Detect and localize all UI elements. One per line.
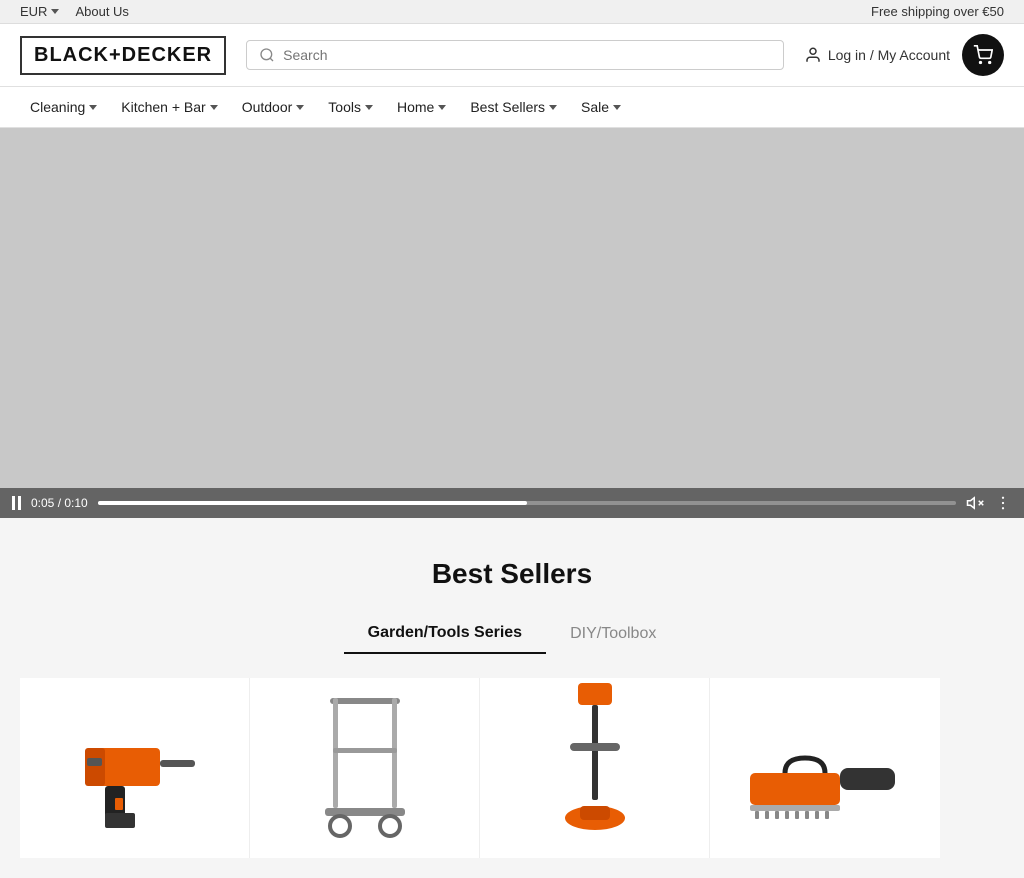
product-card-3[interactable]: [480, 678, 710, 858]
about-us-link[interactable]: About Us: [75, 4, 128, 19]
nav-home-label: Home: [397, 99, 434, 115]
product-tabs: Garden/Tools Series DIY/Toolbox: [20, 614, 1004, 654]
time-separator: /: [54, 496, 64, 510]
tab-garden-tools[interactable]: Garden/Tools Series: [344, 614, 546, 654]
video-progress-bar[interactable]: [98, 501, 956, 505]
video-section: 0:05 / 0:10: [0, 128, 1024, 518]
total-time: 0:10: [64, 496, 87, 510]
product-card-4[interactable]: [710, 678, 940, 858]
main-nav: Cleaning Kitchen + Bar Outdoor Tools Hom…: [0, 87, 1024, 128]
product-card-2[interactable]: [250, 678, 480, 858]
logo[interactable]: BLACK+DECKER: [20, 36, 226, 75]
nav-sale-label: Sale: [581, 99, 609, 115]
cleaning-chevron-icon: [89, 105, 97, 110]
pause-button[interactable]: [12, 496, 21, 510]
nav-item-best-sellers[interactable]: Best Sellers: [460, 87, 567, 127]
shipping-notice: Free shipping over €50: [871, 4, 1004, 19]
nav-cleaning-label: Cleaning: [30, 99, 85, 115]
video-controls: 0:05 / 0:10: [0, 488, 1024, 518]
volume-button[interactable]: [966, 494, 984, 512]
tools-chevron-icon: [365, 105, 373, 110]
video-progress-fill: [98, 501, 527, 505]
search-wrapper: [246, 40, 784, 70]
product-image-2: [315, 678, 415, 838]
nav-kitchen-label: Kitchen + Bar: [121, 99, 205, 115]
header: BLACK+DECKER Log in / My Account: [0, 24, 1024, 87]
kitchen-chevron-icon: [210, 105, 218, 110]
nav-bestsellers-label: Best Sellers: [470, 99, 545, 115]
more-icon: [994, 494, 1012, 512]
products-row: [20, 678, 1004, 858]
mute-icon: [966, 494, 984, 512]
pause-icon: [12, 496, 21, 510]
product-image-4: [745, 748, 905, 838]
more-options-button[interactable]: [994, 494, 1012, 512]
cart-button[interactable]: [962, 34, 1004, 76]
top-bar: EUR About Us Free shipping over €50: [0, 0, 1024, 24]
search-input[interactable]: [283, 47, 771, 63]
product-image-3: [550, 678, 640, 838]
nav-item-kitchen-bar[interactable]: Kitchen + Bar: [111, 87, 227, 127]
header-actions: Log in / My Account: [804, 34, 1004, 76]
currency-chevron-icon: [51, 9, 59, 14]
tab-diy-toolbox[interactable]: DIY/Toolbox: [546, 614, 680, 654]
best-sellers-section: Best Sellers Garden/Tools Series DIY/Too…: [0, 518, 1024, 878]
video-time: 0:05 / 0:10: [31, 496, 88, 510]
nav-item-home[interactable]: Home: [387, 87, 456, 127]
outdoor-chevron-icon: [296, 105, 304, 110]
account-label: Log in / My Account: [828, 47, 950, 63]
product-card-1[interactable]: [20, 678, 250, 858]
nav-item-cleaning[interactable]: Cleaning: [20, 87, 107, 127]
top-bar-left: EUR About Us: [20, 4, 129, 19]
user-icon: [804, 46, 822, 64]
bestsellers-chevron-icon: [549, 105, 557, 110]
nav-outdoor-label: Outdoor: [242, 99, 293, 115]
home-chevron-icon: [438, 105, 446, 110]
currency-selector[interactable]: EUR: [20, 4, 59, 19]
best-sellers-title: Best Sellers: [20, 558, 1004, 590]
current-time: 0:05: [31, 496, 54, 510]
cart-icon: [973, 45, 993, 65]
nav-tools-label: Tools: [328, 99, 361, 115]
nav-item-outdoor[interactable]: Outdoor: [232, 87, 315, 127]
product-image-1: [65, 698, 205, 838]
nav-item-tools[interactable]: Tools: [318, 87, 383, 127]
currency-label: EUR: [20, 4, 47, 19]
sale-chevron-icon: [613, 105, 621, 110]
nav-item-sale[interactable]: Sale: [571, 87, 631, 127]
account-button[interactable]: Log in / My Account: [804, 46, 950, 64]
search-icon: [259, 47, 275, 63]
